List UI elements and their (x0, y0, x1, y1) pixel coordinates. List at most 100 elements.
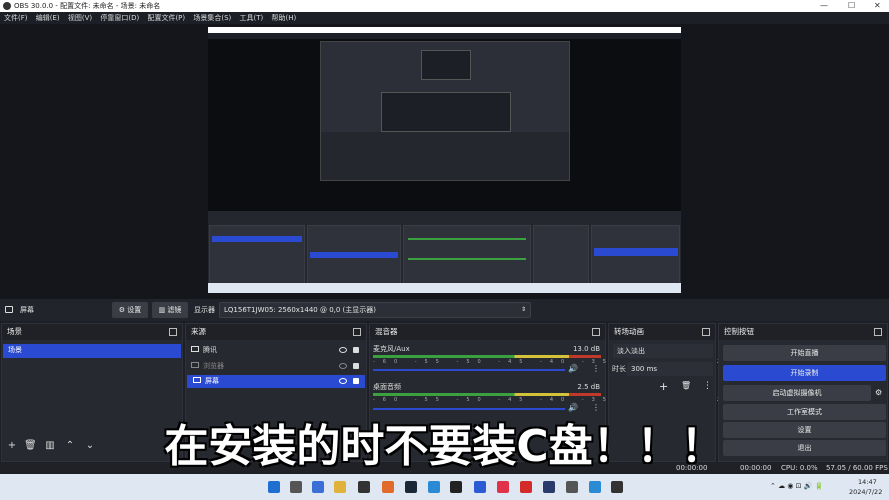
nested-inner-preview-2 (421, 50, 471, 80)
edge-icon[interactable] (428, 481, 440, 493)
move-down-icon[interactable]: ⌄ (84, 440, 96, 452)
mixer-header: 混音器 (370, 324, 605, 340)
preview-canvas[interactable] (208, 27, 681, 293)
start-icon[interactable] (268, 481, 280, 493)
minimize-icon[interactable]: — (820, 0, 828, 12)
app-icon[interactable] (543, 481, 555, 493)
meter-desktop (373, 393, 601, 396)
app-icon[interactable] (497, 481, 509, 493)
source-item-tencent[interactable]: 腾讯 (191, 344, 363, 356)
menu-profile[interactable]: 配置文件(P) (147, 14, 185, 22)
visibility-icon[interactable] (339, 378, 347, 384)
lock-icon[interactable] (353, 347, 359, 353)
scene-item[interactable]: 场景 (3, 344, 181, 358)
gear-icon[interactable]: ⚙ (875, 388, 882, 397)
title-bar: OBS 30.0.0 - 配置文件: 未命名 - 场景: 未命名 — ☐ ✕ (0, 0, 889, 12)
lock-icon[interactable] (353, 378, 359, 384)
monitor-icon (5, 306, 13, 313)
start-recording-button[interactable]: 开始录制 (723, 365, 886, 381)
fps-readout: 57.05 / 60.00 FPS (826, 464, 888, 472)
transitions-panel: 转场动画 淡入淡出 时长 300 ms + 🗑 ⋮ (608, 323, 716, 462)
more-icon[interactable]: ⋮ (592, 364, 600, 373)
dock-icon[interactable] (169, 328, 177, 336)
menu-edit[interactable]: 编辑(E) (36, 14, 60, 22)
app-icon[interactable] (520, 481, 532, 493)
sources-panel: 来源 腾讯 浏览器 屏幕 (185, 323, 367, 462)
filter-icon[interactable]: ▥ (44, 440, 56, 452)
start-streaming-button[interactable]: 开始直播 (723, 345, 886, 361)
meter-mic (373, 355, 601, 358)
more-icon[interactable]: ⋮ (592, 403, 600, 412)
windows-taskbar: ⌃ ☁ ◉ ⊡ 🔊 🔋 14:47 2024/7/22 (0, 474, 889, 500)
hidden-icon[interactable] (339, 363, 347, 369)
add-icon[interactable]: + (659, 380, 668, 393)
studio-mode-button[interactable]: 工作室模式 (723, 404, 886, 420)
track-name-mic: 麦克风/Aux (373, 345, 410, 353)
dock-icon[interactable] (874, 328, 882, 336)
window-icon (191, 346, 199, 352)
display-select-value: LQ156T1JW05: 2560x1440 @ 0,0 (主显示器) (224, 306, 377, 314)
taskview-icon[interactable] (290, 481, 302, 493)
file-explorer-icon[interactable] (334, 481, 346, 493)
dock-icon[interactable] (592, 328, 600, 336)
track-name-desktop: 桌面音频 (373, 383, 401, 391)
clock-date[interactable]: 2024/7/22 (849, 488, 882, 496)
move-up-icon[interactable]: ⌃ (64, 440, 76, 452)
scenes-header: 场景 (2, 324, 182, 340)
clock-time[interactable]: 14:47 (858, 478, 877, 486)
mixer-panel: 混音器 麦克风/Aux 13.0 dB -60 -55 -50 -45 -40 … (369, 323, 866, 462)
visibility-icon[interactable] (339, 347, 347, 353)
speaker-icon[interactable]: 🔊 (568, 403, 578, 412)
add-scene-icon[interactable]: + (6, 440, 18, 452)
app-icon[interactable] (474, 481, 486, 493)
widgets-icon[interactable] (312, 481, 324, 493)
monitor-icon (193, 377, 201, 383)
volume-slider-mic[interactable] (373, 369, 565, 371)
trash-icon[interactable]: 🗑 (24, 440, 37, 452)
status-bar: 00:00:00 00:00:00 CPU: 0.0% 57.05 / 60.0… (0, 462, 889, 474)
app-icon[interactable] (450, 481, 462, 493)
dock-icon[interactable] (702, 328, 710, 336)
speaker-icon[interactable]: 🔊 (568, 364, 578, 373)
menu-tools[interactable]: 工具(T) (240, 14, 264, 22)
lock-icon[interactable] (353, 363, 359, 369)
controls-header: 控制按钮 (719, 324, 887, 340)
display-select[interactable]: LQ156T1JW05: 2560x1440 @ 0,0 (主显示器) ⇕ (219, 302, 531, 318)
start-virtual-camera-button[interactable]: 启动虚拟摄像机 (723, 385, 871, 401)
app-icon[interactable] (566, 481, 578, 493)
menu-file[interactable]: 文件(F) (4, 14, 28, 22)
source-item-browser[interactable]: 浏览器 (191, 360, 363, 372)
maximize-icon[interactable]: ☐ (848, 0, 855, 12)
app-icon[interactable] (589, 481, 601, 493)
app-icon[interactable] (358, 481, 370, 493)
settings-control-button[interactable]: 设置 (723, 422, 886, 438)
transition-select[interactable]: 淡入淡出 (613, 344, 713, 358)
more-icon[interactable]: ⋮ (703, 381, 712, 391)
obs-icon[interactable] (611, 481, 623, 493)
menu-docks[interactable]: 停靠窗口(D) (100, 14, 139, 22)
system-tray-icon[interactable]: ⌃ ☁ ◉ ⊡ 🔊 🔋 (770, 482, 823, 490)
menu-scene-collection[interactable]: 场景集合(S) (193, 14, 231, 22)
duration-input[interactable]: 300 ms (627, 362, 713, 376)
filters-button[interactable]: ▥ 滤镜 (152, 302, 188, 318)
menu-view[interactable]: 视图(V) (68, 14, 92, 22)
steam-icon[interactable] (405, 481, 417, 493)
nested-inner-panels (321, 132, 569, 180)
exit-button[interactable]: 退出 (723, 440, 886, 456)
volume-slider-desktop[interactable] (373, 408, 565, 410)
track-db-desktop: 2.5 dB (577, 383, 600, 391)
controls-panel: 控制按钮 开始直播 开始录制 启动虚拟摄像机 ⚙ 工作室模式 设置 退出 (718, 323, 888, 462)
app-icon[interactable] (382, 481, 394, 493)
settings-button[interactable]: ⚙ 设置 (112, 302, 148, 318)
dock-icon[interactable] (353, 328, 361, 336)
menu-help[interactable]: 帮助(H) (272, 14, 297, 22)
nested-panels (208, 211, 681, 293)
nested-preview-inner (320, 41, 570, 181)
menu-bar: 文件(F) 编辑(E) 视图(V) 停靠窗口(D) 配置文件(P) 场景集合(S… (0, 12, 889, 24)
obs-window: OBS 30.0.0 - 配置文件: 未命名 - 场景: 未命名 — ☐ ✕ 文… (0, 0, 889, 500)
trash-icon[interactable]: 🗑 (681, 381, 691, 390)
source-item-screen[interactable]: 屏幕 (187, 375, 365, 388)
close-icon[interactable]: ✕ (874, 0, 881, 12)
nested-preview (208, 39, 681, 211)
track-db-mic: 13.0 dB (572, 345, 600, 353)
